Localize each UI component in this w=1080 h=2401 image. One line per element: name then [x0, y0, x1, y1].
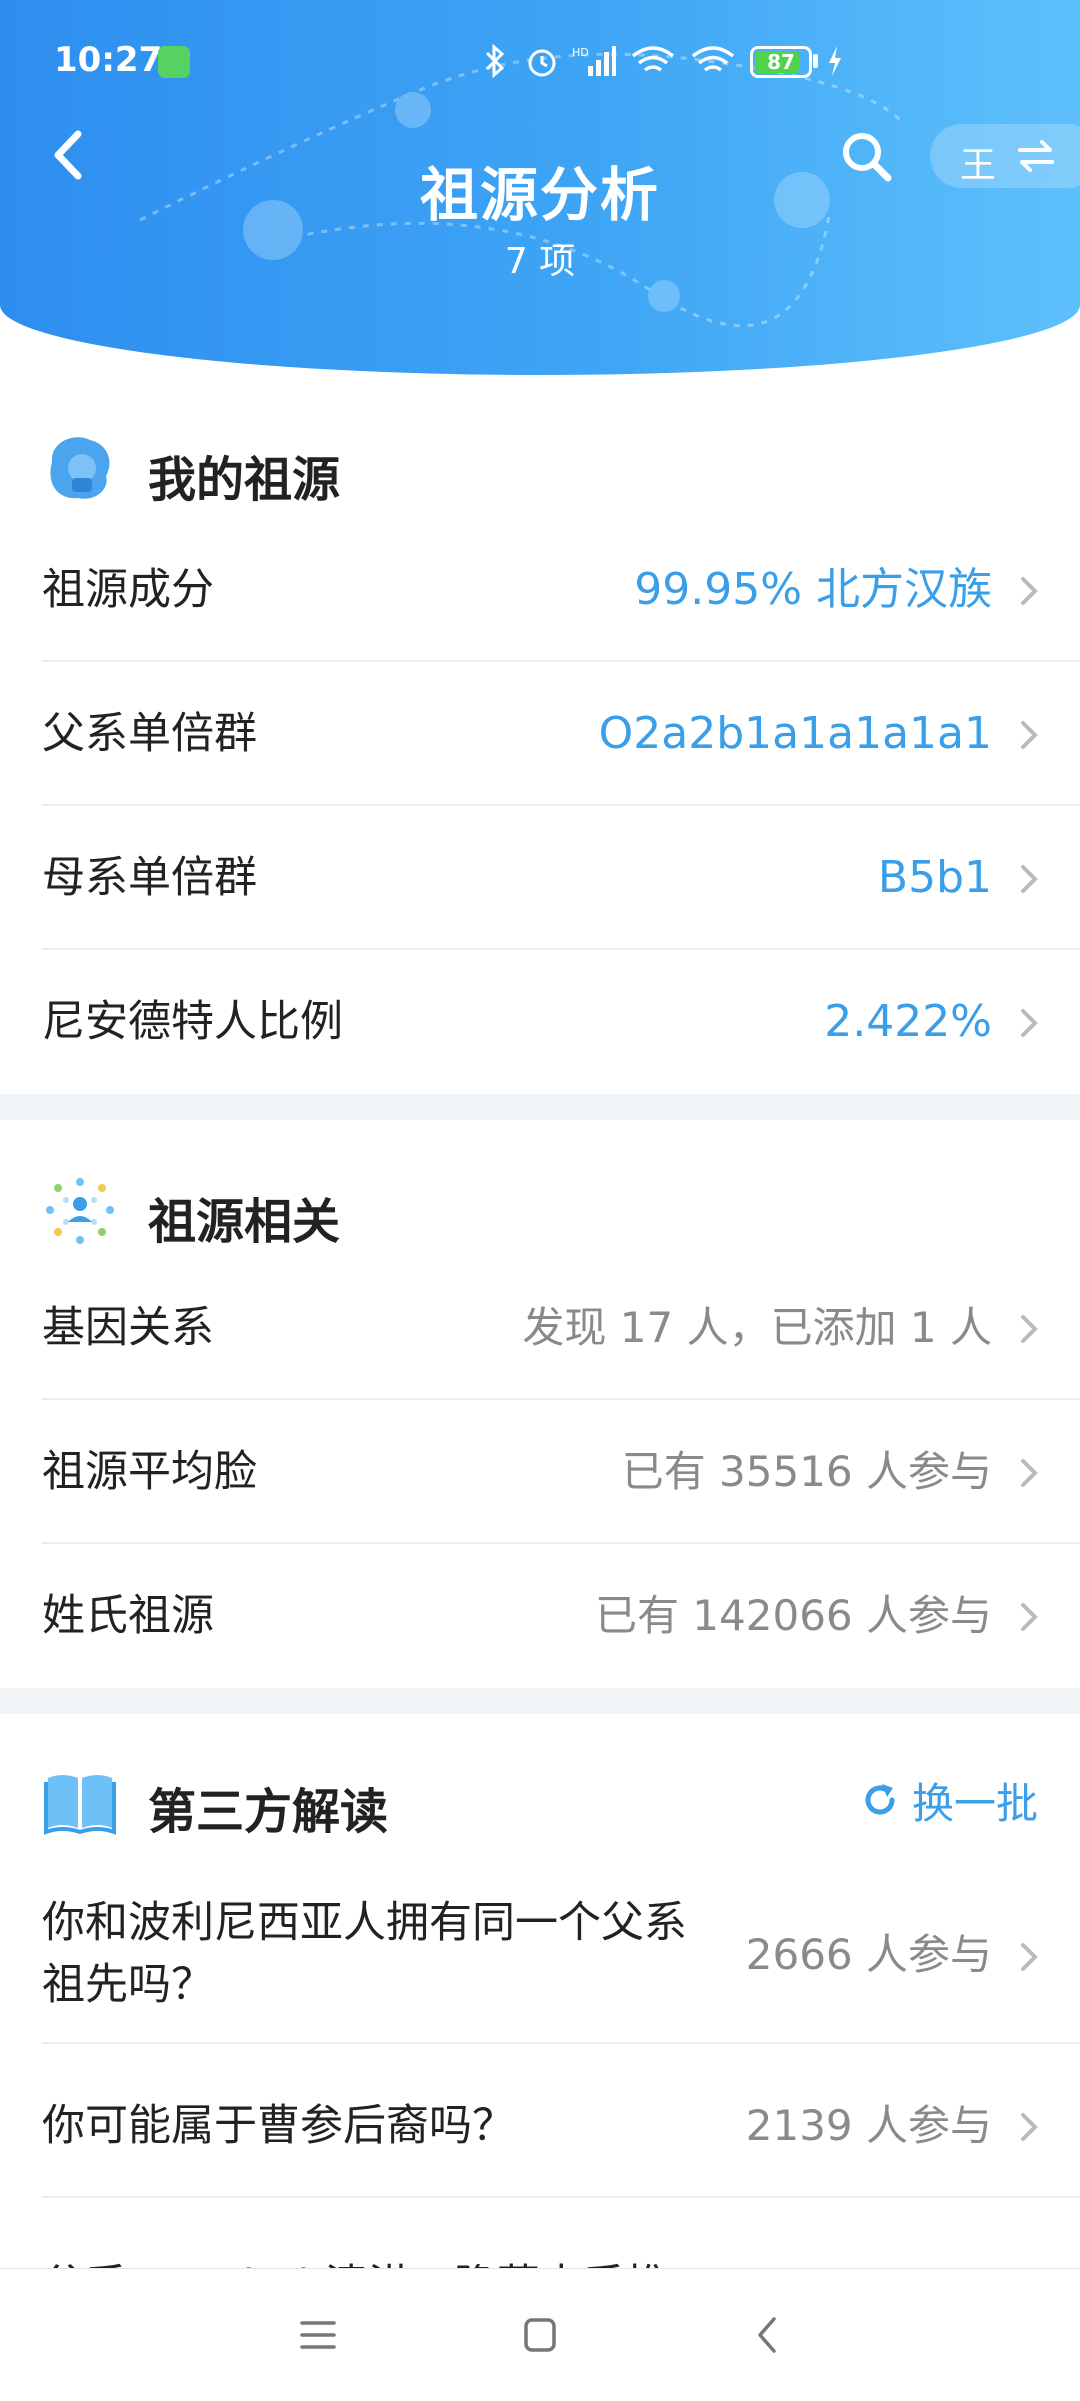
- row-value: 2139 人参与: [745, 2101, 992, 2150]
- status-bar: 10:27 HD 87: [0, 0, 1080, 128]
- network-icon: [46, 1178, 114, 1244]
- row-label: 尼安德特人比例: [42, 997, 343, 1047]
- search-icon[interactable]: [838, 128, 894, 184]
- list-item-maternal-haplogroup[interactable]: 母系单倍群 B5b1: [42, 806, 1080, 950]
- refresh-button[interactable]: 换一批: [860, 1750, 1038, 1850]
- list-item-surname-ancestry[interactable]: 姓氏祖源 已有 142066 人参与: [42, 1544, 1080, 1688]
- row-value: O2a2b1a1a1a1a1: [598, 708, 992, 759]
- alarm-icon: [528, 49, 556, 77]
- row-label: 祖源成分: [42, 565, 214, 615]
- wifi-icon: [631, 46, 675, 72]
- row-label: 你和波利尼西亚人拥有同一个父系祖先吗？: [42, 1898, 687, 2010]
- swap-icon: [1018, 140, 1054, 172]
- battery-cap: [813, 54, 818, 68]
- chevron-right-icon: [1021, 721, 1038, 749]
- row-value: B5b1: [877, 852, 992, 903]
- row-value: 2666 人参与: [745, 1930, 992, 1979]
- bluetooth-icon: [485, 44, 505, 78]
- charging-icon: [829, 46, 841, 76]
- page-title: 祖源分析: [419, 161, 660, 229]
- row-label: 母系单倍群: [42, 853, 257, 903]
- list-item-gene-relations[interactable]: 基因关系 发现 17 人，已添加 1 人: [42, 1256, 1080, 1400]
- my-ancestry-title: 我的祖源: [148, 452, 341, 508]
- battery-icon: 87: [750, 46, 812, 78]
- battery-level: 87: [767, 50, 795, 74]
- menu-icon[interactable]: [288, 2307, 348, 2363]
- chevron-right-icon: [1021, 1009, 1038, 1037]
- chevron-right-icon: [1021, 1315, 1038, 1343]
- home-icon[interactable]: [510, 2307, 570, 2363]
- list-item-average-face[interactable]: 祖源平均脸 已有 35516 人参与: [42, 1400, 1080, 1544]
- wifi-icon-2: [691, 46, 735, 72]
- row-value: 99.95% 北方汉族: [634, 564, 992, 615]
- chevron-right-icon: [1021, 2113, 1038, 2141]
- row-value: 发现 17 人，已添加 1 人: [522, 1303, 992, 1352]
- row-label: 父系单倍群: [42, 709, 257, 759]
- page-subtitle: 7 项: [504, 241, 576, 282]
- row-value: 已有 35516 人参与: [621, 1447, 992, 1496]
- chevron-right-icon: [1021, 1943, 1038, 1971]
- svg-text:HD: HD: [572, 46, 589, 59]
- row-label: 姓氏祖源: [42, 1591, 214, 1641]
- user-switch-button[interactable]: 王: [930, 124, 1080, 188]
- refresh-icon: [865, 1784, 895, 1815]
- list-item-neanderthal-ratio[interactable]: 尼安德特人比例 2.422%: [42, 950, 1080, 1094]
- system-nav-bar: [0, 2268, 1080, 2401]
- book-icon: [44, 1775, 116, 1835]
- avatar-icon: [50, 437, 110, 499]
- header: 10:27 HD 87 祖源分析 7 项 王: [0, 0, 1080, 375]
- third-party-title: 第三方解读: [148, 1784, 389, 1840]
- list-item-caocan-descendant[interactable]: 你可能属于曹参后裔吗？ 2139 人参与: [42, 2054, 1080, 2198]
- chevron-right-icon: [1021, 1603, 1038, 1631]
- notification-app-icon: [158, 46, 190, 78]
- status-time: 10:27: [54, 40, 163, 80]
- my-ancestry-header: 我的祖源: [0, 418, 1080, 518]
- row-label: 祖源平均脸: [42, 1447, 257, 1497]
- row-value: 2.422%: [824, 996, 992, 1047]
- user-name: 王: [960, 145, 997, 186]
- chevron-right-icon: [1021, 865, 1038, 893]
- row-label: 基因关系: [42, 1303, 214, 1353]
- refresh-label: 换一批: [911, 1778, 1038, 1828]
- signal-icon: HD: [572, 46, 616, 76]
- nav-back-icon[interactable]: [738, 2307, 798, 2363]
- chevron-right-icon: [1021, 577, 1038, 605]
- row-label: 你可能属于曹参后裔吗？: [42, 2101, 515, 2151]
- section-divider: [0, 1094, 1080, 1120]
- related-title: 祖源相关: [148, 1194, 341, 1250]
- related-header: 祖源相关: [0, 1160, 1080, 1260]
- chevron-right-icon: [1021, 1459, 1038, 1487]
- list-item-ancestry-composition[interactable]: 祖源成分 99.95% 北方汉族: [42, 518, 1080, 662]
- list-item-polynesian-ancestor[interactable]: 你和波利尼西亚人拥有同一个父系祖先吗？ 2666 人参与: [42, 1866, 1080, 2044]
- list-item-paternal-haplogroup[interactable]: 父系单倍群 O2a2b1a1a1a1a1: [42, 662, 1080, 806]
- row-value: 已有 142066 人参与: [594, 1591, 992, 1640]
- third-party-header: 第三方解读 换一批: [0, 1750, 1080, 1850]
- section-divider: [0, 1688, 1080, 1714]
